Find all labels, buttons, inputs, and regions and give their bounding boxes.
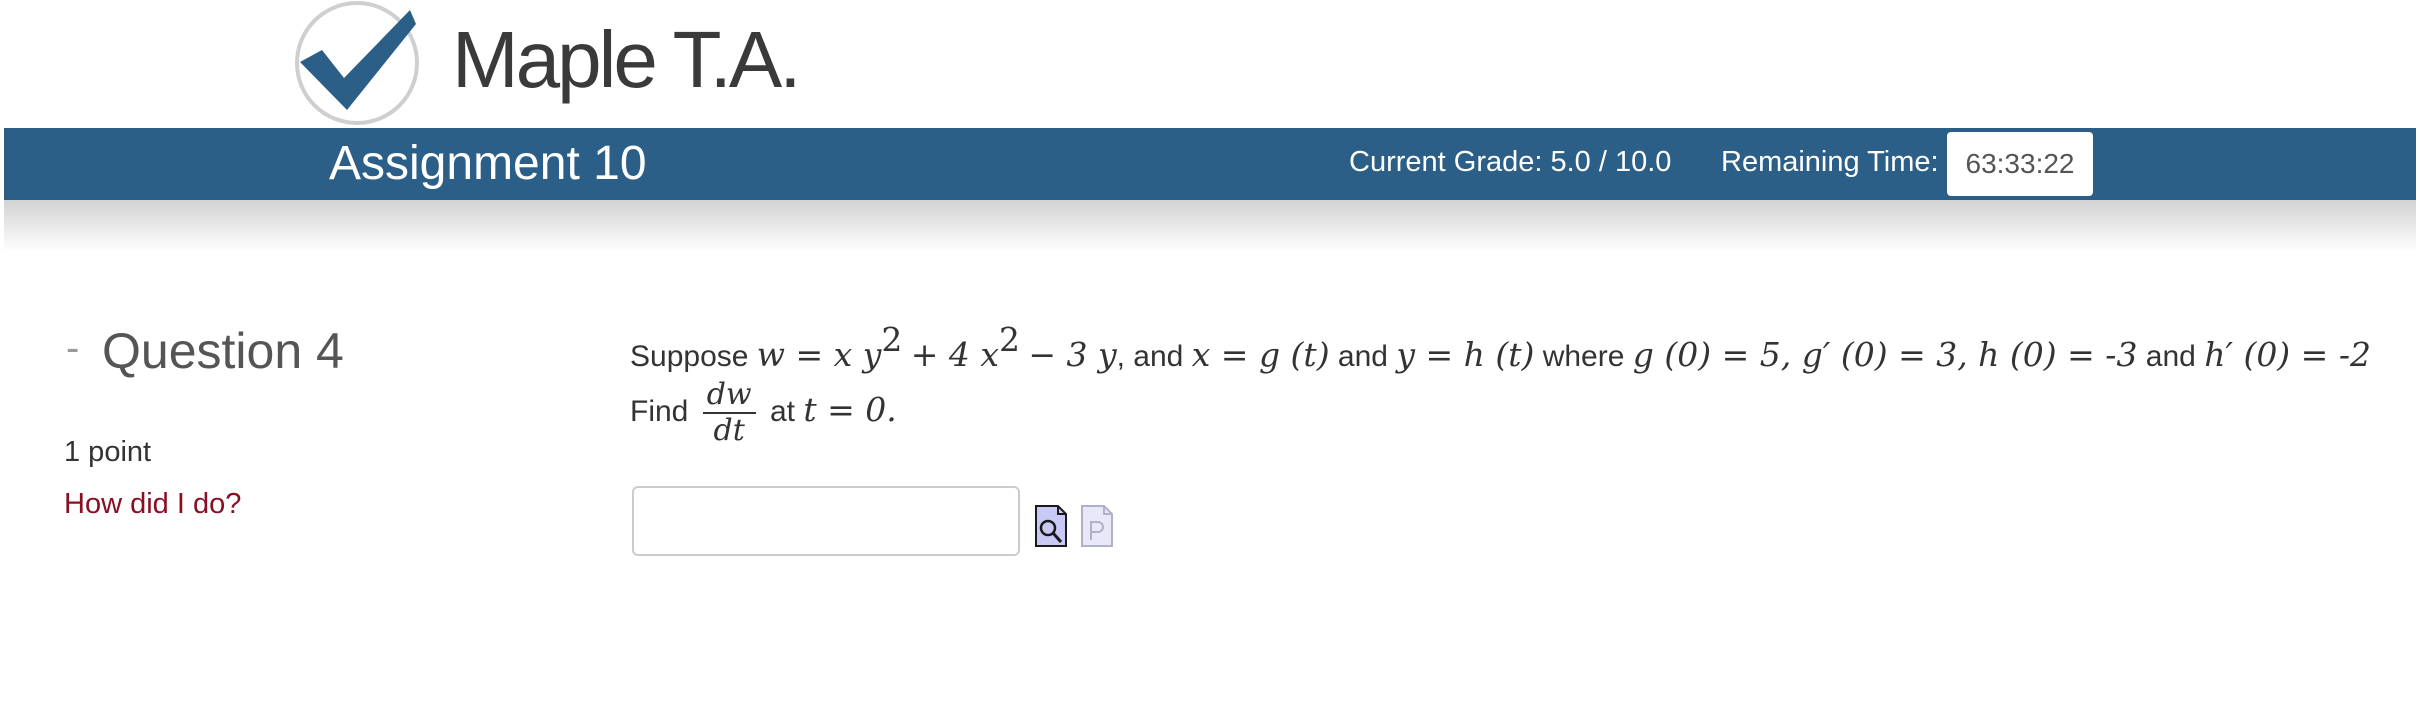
remaining-time-label: Remaining Time: xyxy=(1721,146,1939,178)
math-t-eq: t = 0. xyxy=(803,389,897,429)
how-did-i-do-link[interactable]: How did I do? xyxy=(64,488,241,521)
math-y-eq: y = h (t) xyxy=(1396,335,1535,374)
checkmark-logo-icon xyxy=(295,1,419,125)
file-p-icon[interactable] xyxy=(1080,504,1114,548)
preview-icon[interactable] xyxy=(1034,504,1068,548)
exp-2a: 2 xyxy=(881,320,903,359)
math-values: g (0) = 5, g′ (0) = 3, h (0) = -3 xyxy=(1632,335,2138,374)
text-and-2: and xyxy=(1337,340,1388,373)
question-line-2: Find dw dt at t = 0. xyxy=(630,378,897,448)
question-line-1: Suppose w = x y2 + 4 x2 − 3 y, and x = g… xyxy=(630,320,2371,374)
text-where: where xyxy=(1542,340,1625,373)
text-and-3: and xyxy=(2145,340,2196,373)
text-and-1: , and xyxy=(1116,340,1184,373)
math-w: w = x y xyxy=(756,335,882,374)
fraction-numerator: dw xyxy=(702,378,756,414)
question-collapse-toggle[interactable]: - xyxy=(66,326,79,371)
question-title: Question 4 xyxy=(102,323,344,379)
math-hprime: h′ (0) = -2 xyxy=(2204,335,2371,374)
maple-ta-logo: Maple T.A. xyxy=(292,0,852,128)
math-x-eq: x = g (t) xyxy=(1191,335,1330,374)
remaining-time-value: 63:33:22 xyxy=(1947,132,2093,196)
fraction-denominator: dt xyxy=(713,413,745,448)
answer-input[interactable] xyxy=(632,486,1020,556)
text-find: Find xyxy=(630,394,689,428)
exp-2b: 2 xyxy=(999,320,1020,359)
text-at: at xyxy=(769,394,795,428)
math-3y: − 3 y xyxy=(1028,335,1117,374)
question-points: 1 point xyxy=(64,436,152,468)
text-suppose: Suppose xyxy=(630,340,749,373)
banner-shadow xyxy=(4,200,2416,252)
fraction-dw-dt: dw dt xyxy=(702,378,756,448)
logo-text: Maple T.A. xyxy=(452,15,801,104)
math-4x: + 4 x xyxy=(910,335,999,374)
assignment-banner: Assignment 10 Current Grade: 5.0 / 10.0 … xyxy=(4,128,2416,200)
current-grade: Current Grade: 5.0 / 10.0 xyxy=(1349,146,1672,178)
assignment-title: Assignment 10 xyxy=(329,137,647,190)
